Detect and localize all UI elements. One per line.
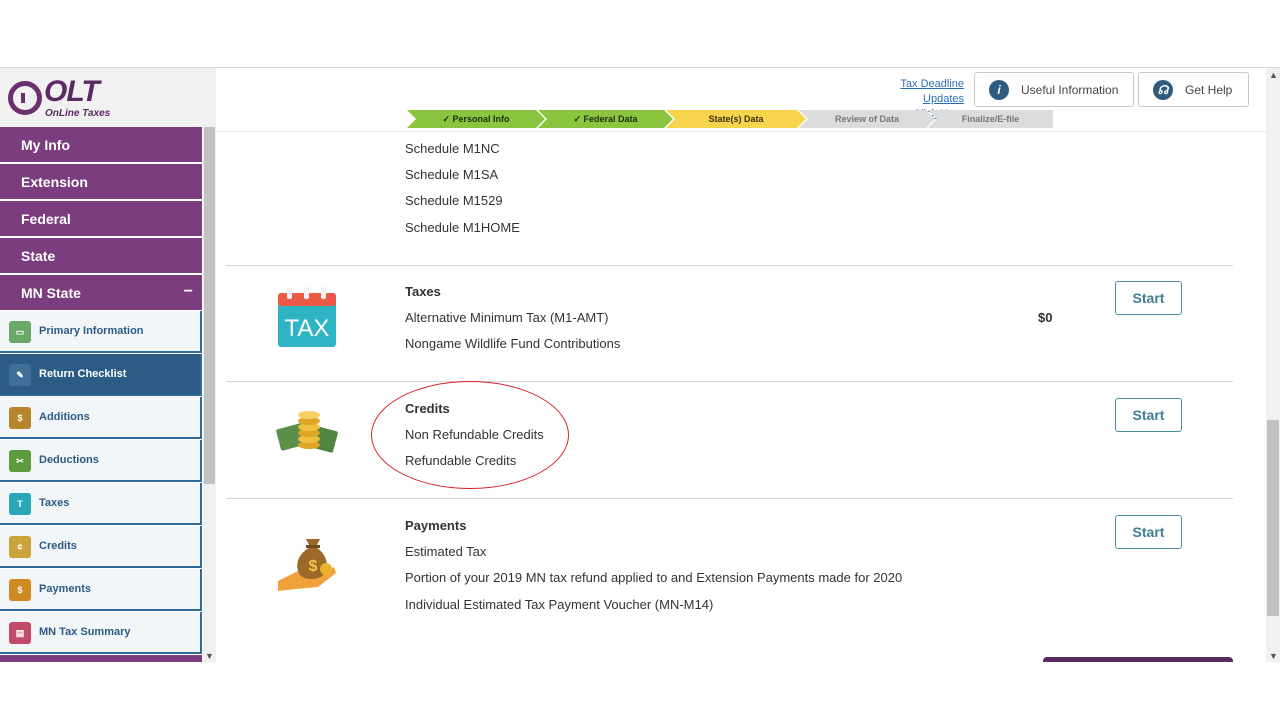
id-card-icon: ▭ — [9, 321, 31, 343]
sidebar-item-my-info[interactable]: My Info — [0, 127, 202, 162]
olt-logo[interactable]: OLT OnLine Taxes — [0, 68, 216, 127]
sidebar-item-label: Return Checklist — [39, 368, 127, 380]
sidebar-item-extension[interactable]: Extension — [0, 164, 202, 199]
get-help-label: Get Help — [1185, 83, 1233, 97]
step-finalize-efile[interactable]: Finalize/E-file — [928, 110, 1053, 128]
sidebar-item-deductions[interactable]: ✂ Deductions — [0, 440, 202, 482]
sidebar-item-next[interactable] — [0, 655, 202, 662]
sidebar-scrollbar[interactable]: ▼ — [203, 127, 216, 662]
sidebar-item-label: Payments — [39, 583, 91, 595]
chart-icon: ▤ — [9, 622, 31, 644]
sidebar-item-label: My Info — [21, 137, 70, 153]
sidebar: OLT OnLine Taxes My Info Extension Feder… — [0, 68, 216, 662]
payments-start-button[interactable]: Start — [1115, 515, 1182, 549]
divider — [226, 381, 1233, 382]
tax-calendar-icon: T — [9, 493, 31, 515]
sidebar-item-mn-state[interactable]: MN State − — [0, 275, 202, 310]
sidebar-item-label: MN Tax Summary — [39, 626, 131, 638]
svg-text:$: $ — [309, 558, 318, 575]
taxes-section-title: Taxes — [405, 284, 441, 299]
sidebar-item-additions[interactable]: $ Additions — [0, 397, 202, 439]
deadline-link-text[interactable]: Tax Deadline Updates — [858, 77, 964, 107]
continue-button[interactable] — [1043, 657, 1233, 662]
payments-item: Estimated Tax — [405, 544, 487, 559]
schedule-m1nc: Schedule M1NC — [405, 141, 500, 156]
sidebar-item-label: Deductions — [39, 454, 99, 466]
schedule-m1home: Schedule M1HOME — [405, 220, 520, 235]
sidebar-item-credits[interactable]: ¢ Credits — [0, 526, 202, 568]
headset-icon: ☊ — [1153, 80, 1173, 100]
sidebar-scroll-thumb[interactable] — [204, 127, 215, 484]
olt-logo-icon — [8, 81, 42, 115]
highlight-circle — [371, 381, 569, 489]
taxes-amount: $0 — [1038, 310, 1053, 325]
taxes-item: Nongame Wildlife Fund Contributions — [405, 336, 621, 351]
checklist-icon: ✎ — [9, 364, 31, 386]
header: Tax Deadline Updates Click Here i Useful… — [216, 68, 1266, 132]
useful-information-button[interactable]: i Useful Information — [974, 72, 1134, 107]
sidebar-item-mn-tax-summary[interactable]: ▤ MN Tax Summary — [0, 612, 202, 654]
credits-start-button[interactable]: Start — [1115, 398, 1182, 432]
sidebar-item-label: Credits — [39, 540, 77, 552]
sidebar-item-taxes[interactable]: T Taxes — [0, 483, 202, 525]
useful-information-label: Useful Information — [1021, 83, 1119, 97]
sidebar-item-federal[interactable]: Federal — [0, 201, 202, 236]
coins-icon: ¢ — [9, 536, 31, 558]
get-help-button[interactable]: ☊ Get Help — [1138, 72, 1249, 107]
divider — [226, 498, 1233, 499]
step-states-data[interactable]: State(s) Data — [666, 110, 806, 128]
payments-section-title: Payments — [405, 518, 467, 533]
money-bag-icon: $ — [9, 407, 31, 429]
logo-tagline: OnLine Taxes — [45, 108, 111, 119]
divider — [226, 265, 1233, 266]
schedule-m1529: Schedule M1529 — [405, 193, 503, 208]
hand-money-icon: $ — [9, 579, 31, 601]
scissors-icon: ✂ — [9, 450, 31, 472]
taxes-item: Alternative Minimum Tax (M1-AMT) — [405, 310, 609, 325]
tax-calendar-icon: TAX — [276, 285, 338, 349]
sidebar-item-primary-information[interactable]: ▭ Primary Information — [0, 311, 202, 353]
return-checklist-content: Schedule M1NC Schedule M1SA Schedule M15… — [216, 133, 1266, 662]
taxes-start-button[interactable]: Start — [1115, 281, 1182, 315]
schedule-m1sa: Schedule M1SA — [405, 167, 499, 182]
info-icon: i — [989, 80, 1009, 100]
payments-item: Portion of your 2019 MN tax refund appli… — [405, 570, 903, 585]
main-scrollbar[interactable]: ▲ ▼ — [1266, 68, 1280, 662]
svg-text:TAX: TAX — [285, 315, 330, 342]
sidebar-item-state[interactable]: State — [0, 238, 202, 273]
collapse-icon[interactable]: − — [184, 283, 193, 301]
sidebar-item-label: Primary Information — [39, 325, 144, 337]
step-review-of-data[interactable]: Review of Data — [799, 110, 935, 128]
logo-brand: OLT — [44, 75, 100, 108]
scroll-up-icon[interactable]: ▲ — [1269, 70, 1278, 80]
hand-money-bag-icon: $ — [276, 531, 338, 593]
sidebar-item-label: Additions — [39, 411, 90, 423]
sidebar-item-label: Federal — [21, 211, 71, 227]
sidebar-item-return-checklist[interactable]: ✎ Return Checklist — [0, 354, 202, 396]
main-scroll-thumb[interactable] — [1267, 420, 1279, 616]
sidebar-item-payments[interactable]: $ Payments — [0, 569, 202, 611]
sidebar-item-label: MN State — [21, 285, 81, 301]
scroll-down-icon[interactable]: ▼ — [205, 651, 214, 661]
scroll-down-icon[interactable]: ▼ — [1269, 651, 1278, 661]
sidebar-item-label: State — [21, 248, 56, 264]
step-federal-data[interactable]: ✓ Federal Data — [538, 110, 673, 128]
app-window: OLT OnLine Taxes My Info Extension Feder… — [0, 67, 1280, 662]
payments-item: Individual Estimated Tax Payment Voucher… — [405, 597, 714, 612]
sidebar-item-label: Extension — [21, 174, 88, 190]
coins-money-icon — [276, 405, 338, 461]
step-personal-info[interactable]: ✓ Personal Info — [407, 110, 545, 128]
sidebar-item-label: Taxes — [39, 497, 70, 509]
